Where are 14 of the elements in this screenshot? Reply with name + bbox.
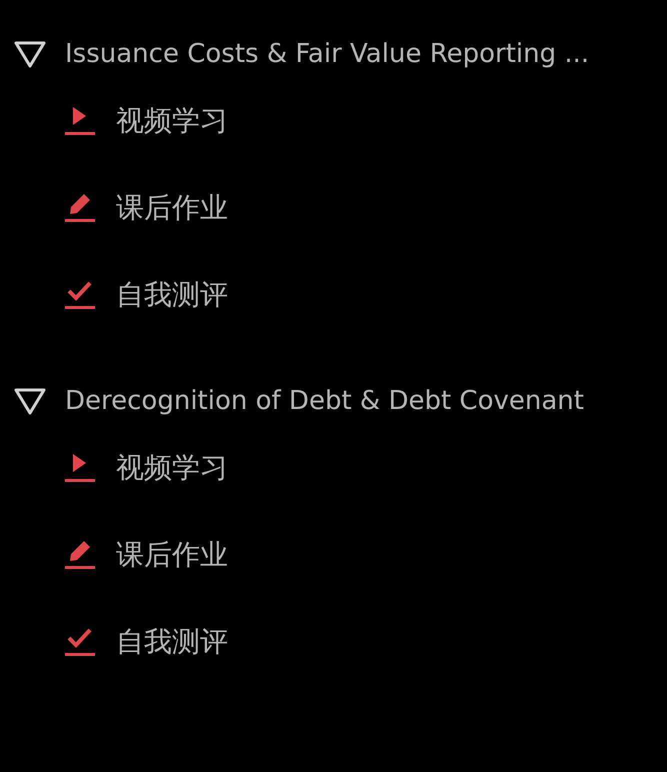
lesson-item[interactable]: 课后作业 bbox=[116, 186, 228, 228]
section-title[interactable]: Issuance Costs & Fair Value Reporting ... bbox=[65, 34, 590, 74]
pencil-icon bbox=[64, 192, 96, 224]
play-icon bbox=[64, 452, 96, 484]
lesson-item[interactable]: 自我测评 bbox=[116, 620, 228, 662]
lesson-item[interactable]: 课后作业 bbox=[116, 534, 228, 576]
play-icon bbox=[64, 104, 96, 136]
lesson-item[interactable]: 自我测评 bbox=[116, 274, 228, 316]
lesson-item[interactable]: 视频学习 bbox=[116, 100, 228, 142]
triangle-down-icon[interactable] bbox=[13, 386, 47, 416]
lesson-item[interactable]: 视频学习 bbox=[116, 446, 228, 488]
triangle-down-icon[interactable] bbox=[13, 39, 47, 69]
section-title[interactable]: Derecognition of Debt & Debt Covenant bbox=[65, 382, 584, 420]
pencil-icon bbox=[64, 538, 96, 570]
